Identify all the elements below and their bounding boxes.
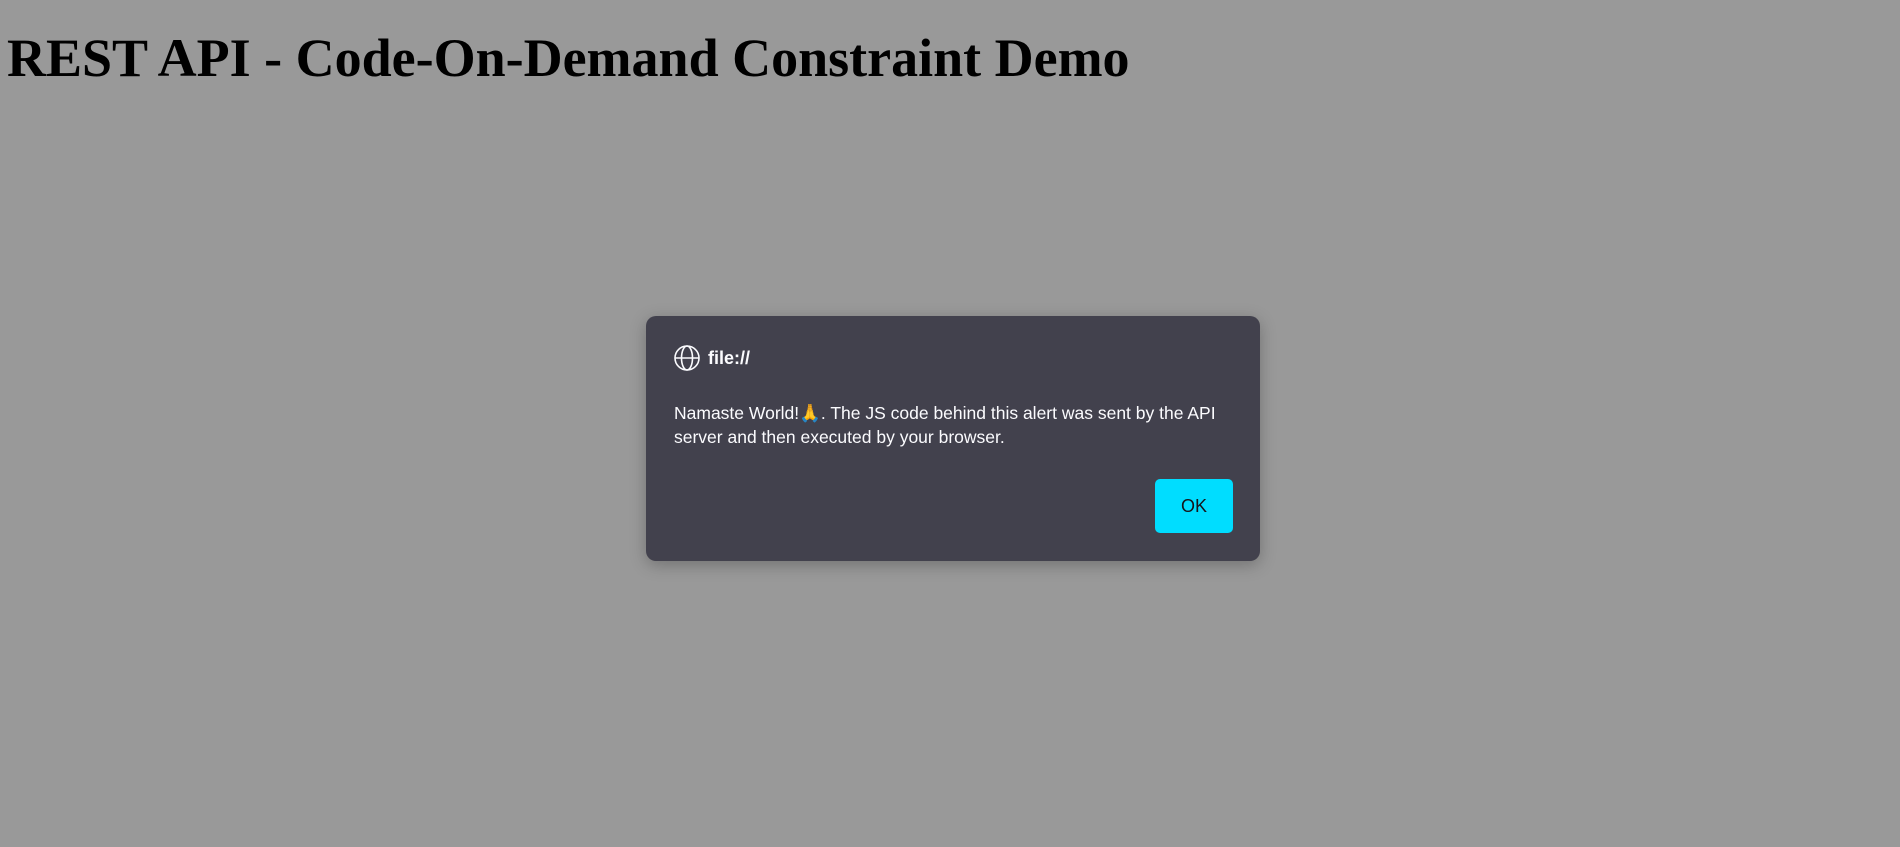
dialog-message: Namaste World!🙏. The JS code behind this…	[674, 403, 1216, 447]
dialog-origin: file://	[708, 347, 751, 368]
ok-button[interactable]: OK	[1155, 479, 1233, 533]
globe-icon	[673, 344, 701, 372]
dialog-header: file://	[673, 343, 750, 373]
alert-dialog: file:// Namaste World!🙏. The JS code beh…	[646, 316, 1260, 561]
